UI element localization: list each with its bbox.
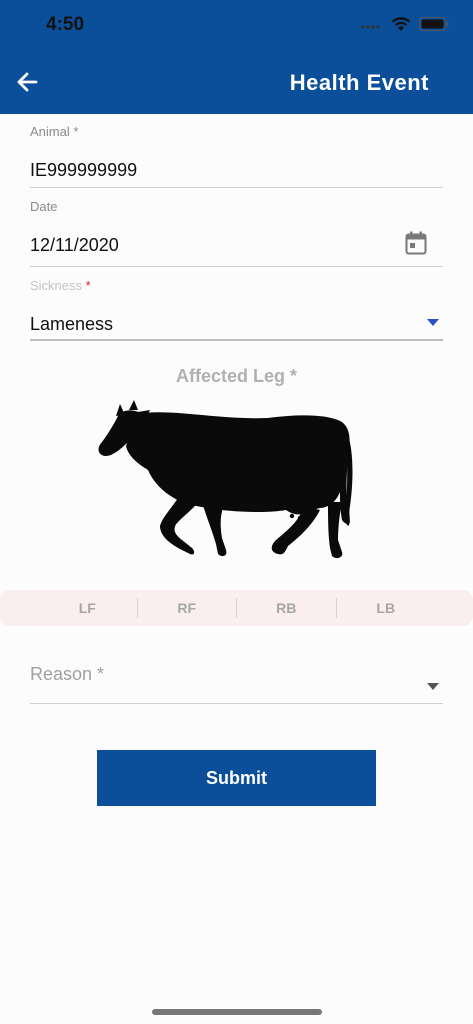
battery-icon	[419, 17, 449, 36]
date-input[interactable]: 12/11/2020	[30, 235, 119, 256]
animal-field[interactable]: Animal * IE999999999	[30, 124, 443, 188]
date-underline	[30, 266, 443, 267]
chevron-down-icon	[427, 683, 439, 690]
sickness-select[interactable]: Sickness * Lameness	[30, 278, 443, 342]
leg-option-rf[interactable]: RF	[136, 598, 237, 618]
animal-input[interactable]: IE999999999	[30, 160, 137, 181]
app-header: 4:50 Health Event	[0, 0, 473, 114]
reason-select[interactable]: Reason *	[30, 664, 443, 706]
date-label: Date	[30, 199, 58, 214]
home-indicator[interactable]	[152, 1009, 322, 1015]
status-icons	[361, 16, 449, 37]
leg-option-rb[interactable]: RB	[236, 598, 336, 618]
back-button[interactable]	[14, 68, 42, 96]
calendar-button[interactable]	[405, 231, 427, 260]
affected-leg-selector: LF RF RB LB	[0, 590, 473, 626]
date-field[interactable]: Date 12/11/2020	[30, 199, 443, 267]
animal-label: Animal *	[30, 124, 79, 139]
sickness-value: Lameness	[30, 314, 114, 334]
page-title: Health Event	[289, 70, 429, 95]
sickness-underline	[30, 339, 443, 341]
signal-icon	[361, 18, 383, 36]
reason-label: Reason *	[30, 664, 105, 684]
wifi-icon	[391, 16, 411, 37]
status-time: 4:50	[46, 14, 85, 35]
submit-button[interactable]: Submit	[97, 750, 376, 806]
leg-option-lf[interactable]: LF	[38, 598, 137, 618]
chevron-down-icon	[427, 319, 439, 326]
cow-silhouette-icon	[98, 398, 354, 560]
arrow-left-icon	[17, 72, 38, 92]
calendar-icon	[405, 231, 427, 255]
affected-leg-title: Affected Leg *	[175, 366, 298, 386]
reason-underline	[30, 703, 443, 704]
animal-underline	[30, 187, 443, 188]
leg-option-lb[interactable]: LB	[335, 598, 436, 618]
sickness-label: Sickness *	[30, 278, 91, 293]
